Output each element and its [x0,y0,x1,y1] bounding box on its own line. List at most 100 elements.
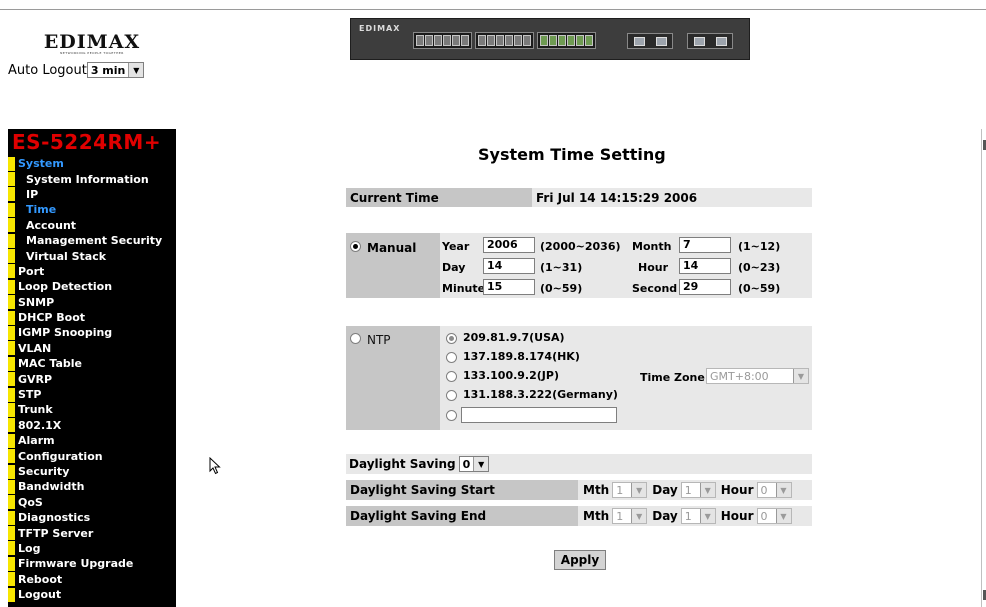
ntp-server-radio[interactable] [446,370,457,382]
chevron-down-icon: ▼ [128,63,144,77]
daylight-end-label: Daylight Saving End [346,506,578,526]
chevron-down-icon: ▼ [775,509,791,523]
month-label: Month [632,240,672,253]
ntp-custom-option[interactable] [446,407,617,423]
ntp-server-option[interactable]: 209.81.9.7(USA) [446,331,565,344]
day-label: Day [442,261,466,274]
ntp-option[interactable]: NTP [346,326,440,430]
minute-input[interactable]: 15 [483,279,535,295]
start-hour-select[interactable]: 0 ▼ [756,482,792,498]
start-mth-select[interactable]: 1 ▼ [612,482,648,498]
menu-marker [8,541,15,556]
apply-button[interactable]: Apply [554,550,606,570]
menu-marker [8,418,15,433]
time-zone-select[interactable]: GMT+8:00 ▼ [706,368,809,384]
day-input[interactable]: 14 [483,258,535,274]
logo-text: EDIMAX [43,31,141,53]
year-input[interactable]: 2006 [483,237,535,253]
menu-marker [8,572,15,587]
sidebar-item-label: VLAN [18,341,52,355]
sidebar-item-bandwidth[interactable]: Bandwidth [8,479,176,494]
sidebar-item-dhcp-boot[interactable]: DHCP Boot [8,310,176,325]
sidebar-item-log[interactable]: Log [8,541,176,556]
time-zone-label: Time Zone [640,371,705,384]
sidebar-item-stp[interactable]: STP [8,387,176,402]
sidebar-item-configuration[interactable]: Configuration [8,448,176,464]
ntp-server-radio[interactable] [446,351,457,363]
ntp-radio[interactable] [350,333,361,344]
sidebar-item-security[interactable]: Security [8,464,176,479]
daylight-saving-select[interactable]: 0 ▼ [458,456,490,472]
sidebar-item-vlan[interactable]: VLAN [8,341,176,356]
hour-input[interactable]: 14 [679,258,731,274]
sidebar-item-gvrp[interactable]: GVRP [8,371,176,387]
sidebar-item-label: TFTP Server [18,526,94,540]
manual-radio[interactable] [350,241,361,252]
sidebar-item-label: Bandwidth [18,480,85,494]
sidebar-item-firmware-upgrade[interactable]: Firmware Upgrade [8,556,176,571]
sidebar-item-ip[interactable]: IP [8,187,176,202]
sidebar-item-system-information[interactable]: System Information [8,171,176,187]
start-day-select[interactable]: 1 ▼ [680,482,716,498]
sidebar-item-reboot[interactable]: Reboot [8,572,176,587]
sidebar-item-igmp-snooping[interactable]: IGMP Snooping [8,325,176,340]
ntp-custom-radio[interactable] [446,409,457,421]
daylight-end-fields: Mth 1 ▼ Day 1 ▼ Hour 0 ▼ [578,506,812,526]
end-mth-select[interactable]: 1 ▼ [612,508,648,524]
month-range: (1~12) [738,240,781,253]
port-group [537,32,596,49]
ntp-server-option[interactable]: 133.100.9.2(JP) [446,369,559,382]
minute-label: Minute [442,282,486,295]
sidebar-item-label: Loop Detection [18,280,113,294]
sidebar-item-mac-table[interactable]: MAC Table [8,356,176,371]
end-day-label: Day [652,509,678,523]
month-input[interactable]: 7 [679,237,731,253]
menu-marker [8,495,15,510]
menu-marker [8,556,15,571]
sidebar-item-trunk[interactable]: Trunk [8,402,176,417]
day-range: (1~31) [540,261,583,274]
daylight-saving-row: Daylight Saving 0 ▼ [346,454,812,474]
menu-marker [8,449,15,464]
sidebar-item-802-1x[interactable]: 802.1X [8,418,176,433]
sidebar-item-system[interactable]: System [8,156,176,171]
sidebar-item-logout[interactable]: Logout [8,587,176,602]
top-divider [0,9,986,10]
end-day-select[interactable]: 1 ▼ [680,508,716,524]
end-hour-select[interactable]: 0 ▼ [756,508,792,524]
sidebar-item-management-security[interactable]: Management Security [8,233,176,248]
sidebar-item-snmp[interactable]: SNMP [8,295,176,310]
sidebar-item-alarm[interactable]: Alarm [8,433,176,448]
auto-logout-select[interactable]: 3 min ▼ [86,62,145,78]
end-hour-value: 0 [760,509,768,523]
edimax-logo: EDIMAX NETWORKING PEOPLE TOGETHER [40,33,144,59]
ntp-server-option[interactable]: 131.188.3.222(Germany) [446,388,618,401]
ntp-server-option[interactable]: 137.189.8.174(HK) [446,350,580,363]
menu-marker [8,310,15,325]
manual-option[interactable]: Manual [346,233,440,298]
sidebar-item-loop-detection[interactable]: Loop Detection [8,279,176,294]
sidebar-item-time[interactable]: Time [8,202,176,217]
second-input[interactable]: 29 [679,279,731,295]
end-mth-label: Mth [583,509,610,523]
ntp-server-radio[interactable] [446,389,457,401]
sidebar-item-label: Management Security [26,234,163,248]
sidebar-item-label: DHCP Boot [18,311,86,325]
menu-marker [8,279,15,294]
ntp-server-radio[interactable] [446,332,457,344]
chevron-down-icon: ▼ [631,509,647,523]
sidebar-item-account[interactable]: Account [8,218,176,233]
sidebar-item-label: GVRP [18,372,53,386]
chevron-down-icon: ▼ [631,483,647,497]
sidebar-item-qos[interactable]: QoS [8,495,176,510]
daylight-start-label: Daylight Saving Start [346,480,578,500]
sidebar-item-diagnostics[interactable]: Diagnostics [8,510,176,525]
chevron-down-icon: ▼ [699,509,715,523]
menu-marker [8,387,15,402]
ntp-custom-input[interactable] [461,407,617,423]
sidebar-item-tftp-server[interactable]: TFTP Server [8,525,176,541]
scrollbar-track[interactable] [981,129,982,607]
sidebar-item-virtual-stack[interactable]: Virtual Stack [8,248,176,264]
sidebar-item-port[interactable]: Port [8,264,176,279]
sidebar-item-label: Account [26,218,77,232]
